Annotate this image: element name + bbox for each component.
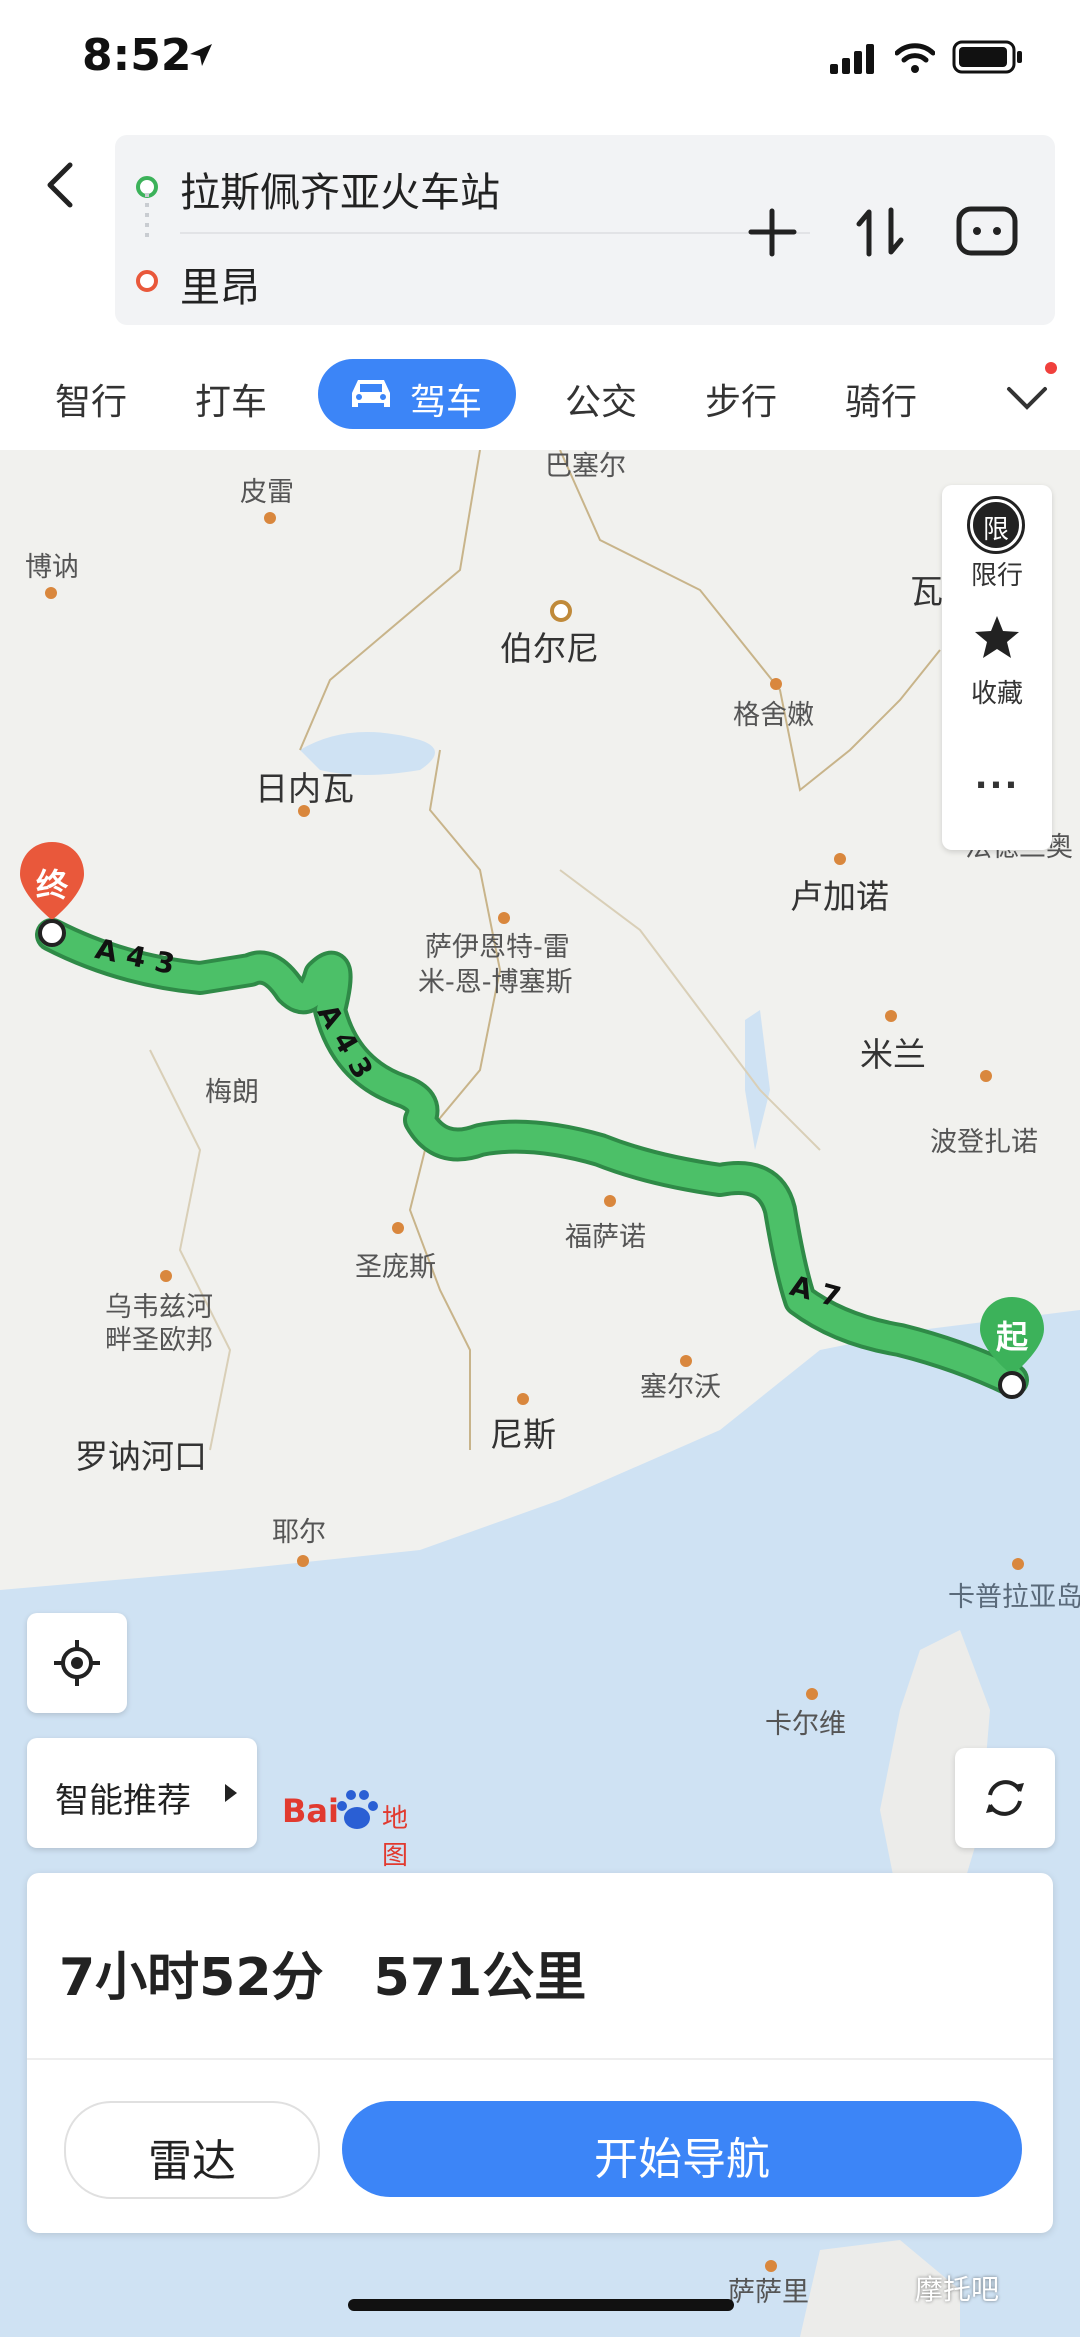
place-label: 耶尔 bbox=[272, 1517, 326, 1548]
logo-product: 地图 bbox=[382, 1804, 409, 1871]
smart-recommend-label: 智能推荐 bbox=[55, 1781, 191, 1821]
route-connector bbox=[145, 193, 149, 243]
watermark: 摩托吧 bbox=[915, 2273, 1000, 2306]
place-label: 米兰 bbox=[860, 1035, 926, 1074]
duration: 7小时52分 bbox=[59, 1948, 324, 2008]
favorite-button[interactable]: 收藏 bbox=[942, 605, 1052, 715]
place-label: 米-恩-博塞斯 bbox=[418, 967, 573, 998]
place-label: 尼斯 bbox=[490, 1415, 556, 1454]
star-icon bbox=[975, 616, 1019, 658]
tab-smart[interactable]: 智行 bbox=[55, 373, 127, 425]
end-marker-label: 终 bbox=[36, 866, 69, 904]
place-label: 畔圣欧邦 bbox=[105, 1325, 213, 1356]
place-label: 罗讷河口 bbox=[75, 1437, 207, 1476]
refresh-icon bbox=[986, 1780, 1024, 1816]
place-label: 博讷 bbox=[25, 552, 79, 583]
start-navigation-label: 开始导航 bbox=[594, 2134, 770, 2185]
place-dot bbox=[392, 1222, 404, 1234]
place-label: 萨萨里 bbox=[728, 2277, 809, 2308]
crosshair-icon bbox=[54, 1640, 100, 1686]
place-label: 日内瓦 bbox=[255, 769, 354, 808]
capital-dot bbox=[550, 600, 572, 622]
refresh-button[interactable] bbox=[955, 1748, 1055, 1848]
border-line-4 bbox=[559, 869, 821, 1151]
back-arrow-icon[interactable] bbox=[40, 160, 80, 210]
status-time: 8:52 bbox=[82, 30, 192, 81]
tab-walk[interactable]: 步行 bbox=[705, 373, 777, 425]
place-label: 圣庞斯 bbox=[355, 1252, 436, 1283]
origin-field[interactable]: 拉斯佩齐亚火车站 bbox=[180, 160, 500, 218]
place-label: 伯尔尼 bbox=[500, 629, 599, 668]
more-icon: ... bbox=[974, 757, 1020, 797]
route-summary: 7小时52分 571公里 bbox=[59, 1935, 586, 2010]
tab-bike[interactable]: 骑行 bbox=[845, 373, 917, 425]
more-button[interactable]: ... bbox=[942, 735, 1052, 835]
place-label: 格舍嫩 bbox=[733, 700, 814, 731]
triangle-right-icon bbox=[225, 1784, 237, 1802]
restriction-button[interactable]: 限 限行 bbox=[942, 485, 1052, 595]
radar-label: 雷达 bbox=[148, 2136, 236, 2187]
place-dot bbox=[264, 512, 276, 524]
start-navigation-button[interactable]: 开始导航 bbox=[342, 2101, 1022, 2197]
place-label: 福萨诺 bbox=[565, 1222, 646, 1253]
restriction-label: 限行 bbox=[970, 561, 1023, 591]
restriction-icon: 限 bbox=[967, 496, 1025, 554]
locate-button[interactable] bbox=[27, 1613, 127, 1713]
border-line-2 bbox=[559, 450, 941, 792]
notification-dot bbox=[1045, 362, 1057, 374]
destination-field[interactable]: 里昂 bbox=[180, 255, 260, 313]
favorite-label: 收藏 bbox=[970, 679, 1023, 709]
place-dot bbox=[160, 1270, 172, 1282]
place-dot bbox=[604, 1195, 616, 1207]
logo-brand: Bai bbox=[282, 1792, 339, 1830]
start-marker-label: 起 bbox=[996, 1318, 1029, 1356]
place-dot bbox=[770, 678, 782, 690]
place-dot bbox=[45, 587, 57, 599]
lake-maggiore bbox=[745, 1010, 770, 1150]
place-label: 巴塞尔 bbox=[545, 451, 626, 482]
route-input-box[interactable]: 拉斯佩齐亚火车站 里昂 bbox=[115, 135, 1055, 325]
swap-icon[interactable] bbox=[855, 202, 905, 262]
home-indicator[interactable] bbox=[348, 2299, 734, 2311]
smart-recommend-button[interactable]: 智能推荐 bbox=[27, 1738, 257, 1848]
place-dot bbox=[834, 853, 846, 865]
place-label: 卡普拉亚岛 bbox=[948, 1582, 1080, 1613]
wifi-icon bbox=[895, 43, 935, 73]
destination-dot bbox=[136, 270, 158, 292]
card-divider bbox=[27, 2058, 1053, 2060]
route-divider bbox=[180, 232, 810, 234]
paw-icon bbox=[337, 1790, 378, 1829]
place-dot bbox=[298, 805, 310, 817]
travel-mode-tabs: 智行 打车 公交 步行 骑行 bbox=[0, 355, 1080, 435]
location-arrow-icon bbox=[190, 44, 212, 66]
tab-transit[interactable]: 公交 bbox=[565, 373, 637, 425]
signal-icon bbox=[830, 44, 874, 74]
place-label: 卡尔维 bbox=[765, 1709, 846, 1740]
place-label: 波登扎诺 bbox=[930, 1127, 1038, 1158]
place-dot bbox=[980, 1070, 992, 1082]
place-dot bbox=[498, 912, 510, 924]
place-label: 萨伊恩特-雷 bbox=[425, 932, 570, 963]
place-dot bbox=[806, 1688, 818, 1700]
radar-button[interactable]: 雷达 bbox=[64, 2101, 320, 2199]
place-label: 瓦 bbox=[910, 572, 943, 611]
battery-icon bbox=[952, 40, 1022, 74]
route-summary-card: 7小时52分 571公里 雷达 开始导航 bbox=[27, 1873, 1053, 2233]
tab-taxi[interactable]: 打车 bbox=[195, 373, 267, 425]
place-dot bbox=[517, 1393, 529, 1405]
map-tools-panel: 限 限行 收藏 ... bbox=[942, 485, 1052, 850]
place-label: 皮雷 bbox=[240, 477, 294, 508]
place-label: 卢加诺 bbox=[790, 877, 889, 916]
chevron-down-icon[interactable] bbox=[1005, 385, 1049, 411]
route-options-icon[interactable] bbox=[955, 205, 1019, 257]
place-label: 梅朗 bbox=[205, 1077, 259, 1108]
status-bar: 8:52 bbox=[0, 0, 1080, 120]
distance: 571公里 bbox=[373, 1948, 587, 2008]
place-dot bbox=[885, 1010, 897, 1022]
add-waypoint-icon[interactable] bbox=[745, 205, 800, 260]
place-label: 塞尔沃 bbox=[640, 1372, 721, 1403]
place-dot bbox=[297, 1555, 309, 1567]
place-dot bbox=[1012, 1558, 1024, 1570]
border-line-3 bbox=[149, 1049, 232, 1451]
